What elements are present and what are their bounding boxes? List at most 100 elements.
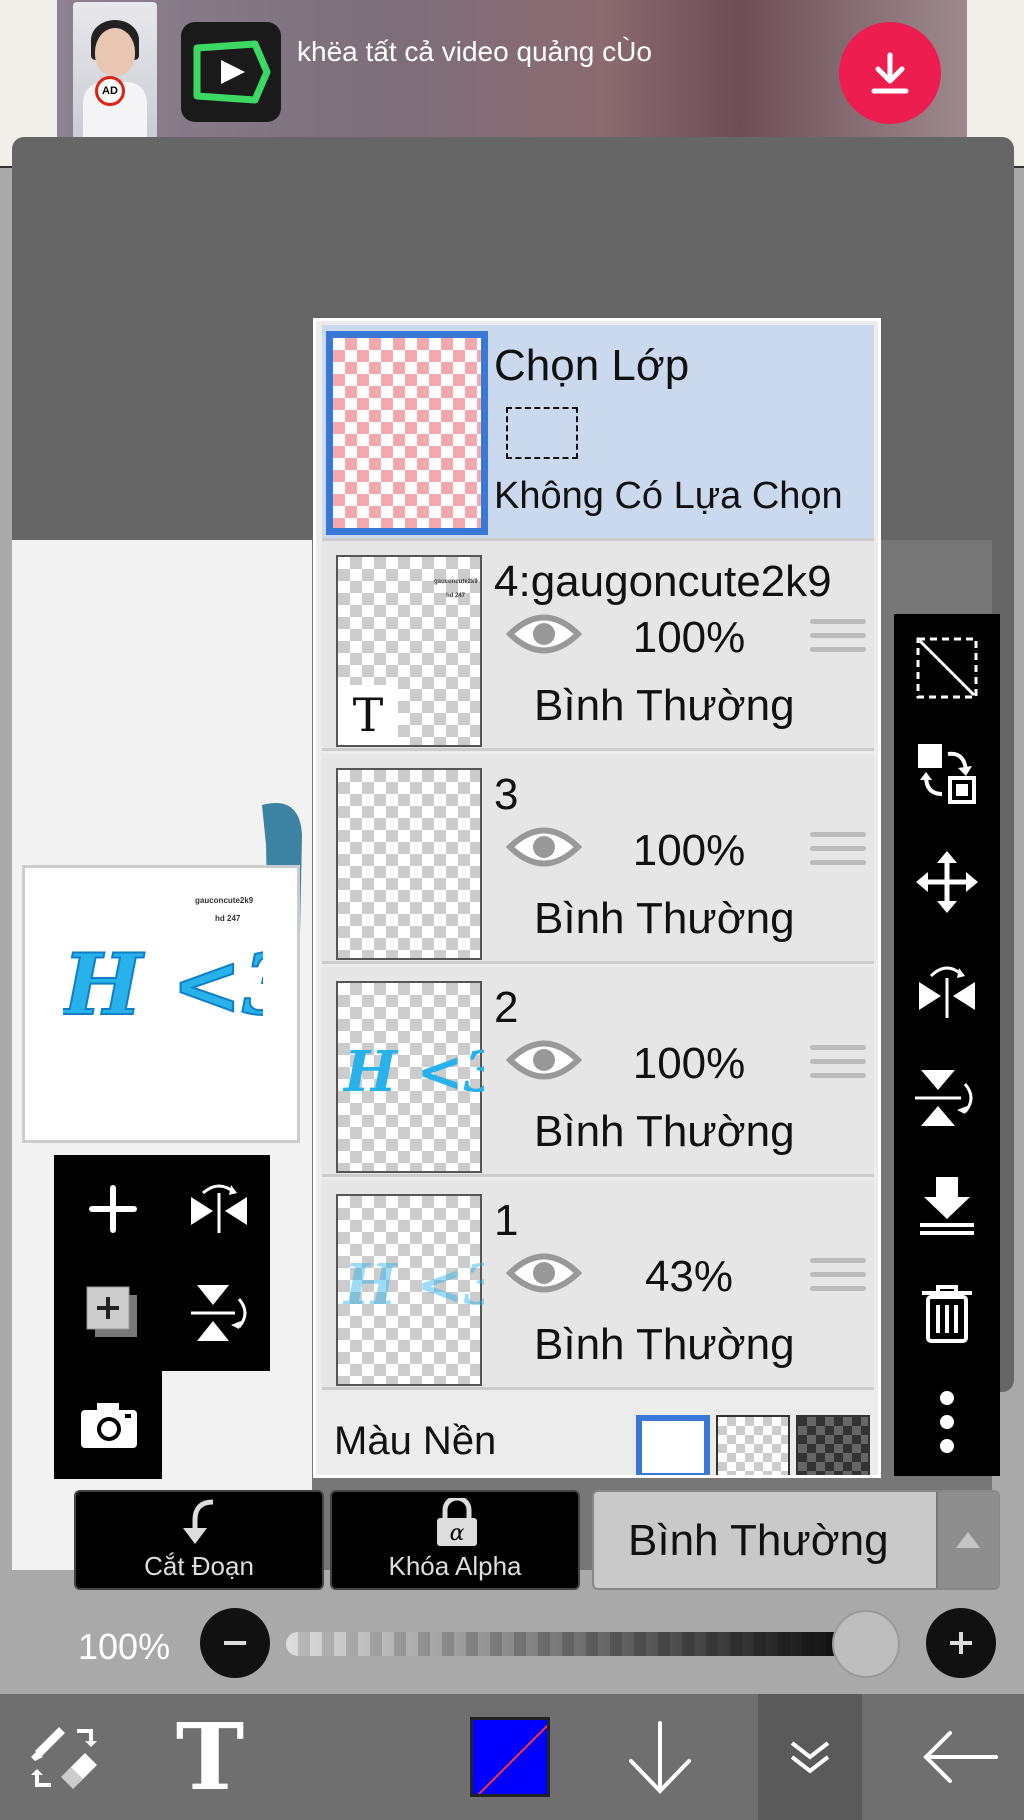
layer-row[interactable]: gauconcute2k9 hd 247 T 4:gaugoncute2k9 1…: [322, 541, 874, 751]
selection-to-layer-button[interactable]: [894, 618, 1000, 718]
swap-layer-button[interactable]: [894, 724, 1000, 824]
brush-eraser-toggle-button[interactable]: [10, 1694, 120, 1820]
selection-layer-caption: Không Có Lựa Chọn: [494, 475, 843, 517]
download-icon: [871, 52, 909, 94]
flip-horizontal-button[interactable]: [894, 940, 1000, 1040]
opacity-row: 100%: [0, 1598, 1024, 1694]
color-picker-button[interactable]: [460, 1694, 560, 1820]
drag-handle-icon[interactable]: [810, 619, 866, 661]
visibility-eye-icon[interactable]: [506, 1035, 582, 1085]
layer-name: 3: [494, 770, 519, 819]
layer-action-toolbar: [894, 614, 1000, 1476]
layer-thumbnail: H <3: [336, 1194, 484, 1386]
background-transparent-swatch[interactable]: [716, 1415, 790, 1475]
selection-diagonal-icon: [916, 637, 978, 699]
preview-art: H <3: [63, 934, 263, 1035]
camera-import-button[interactable]: [64, 1375, 154, 1475]
move-icon: [916, 851, 978, 913]
more-vertical-icon: [940, 1391, 954, 1453]
triangle-up-icon: [956, 1532, 980, 1548]
duplicate-layer-icon: [86, 1286, 137, 1337]
opacity-slider-track[interactable]: [286, 1632, 886, 1656]
text-tool-button[interactable]: T: [160, 1694, 260, 1820]
layer-row[interactable]: 3 100% Bình Thường: [322, 754, 874, 964]
arrow-down-icon: [629, 1721, 691, 1794]
ad-video-thumbnail[interactable]: AD: [73, 2, 157, 140]
ad-download-button[interactable]: [839, 22, 941, 124]
visibility-eye-icon[interactable]: [506, 609, 582, 659]
background-white-swatch[interactable]: [636, 1415, 710, 1475]
blend-mode-select[interactable]: Bình Thường: [592, 1490, 1000, 1590]
blend-mode-dropdown-arrow[interactable]: [936, 1492, 998, 1588]
layer-panel: Chọn Lớp Không Có Lựa Chọn gauconcute2k9…: [313, 318, 881, 1478]
layer-down-button[interactable]: [610, 1694, 710, 1820]
opacity-decrease-button[interactable]: [200, 1608, 270, 1678]
selection-layer-title: Chọn Lớp: [494, 341, 690, 390]
text-tool-icon: T: [175, 1703, 245, 1811]
visibility-eye-icon[interactable]: [506, 822, 582, 872]
text-layer-icon: T: [338, 685, 398, 745]
flip-vertical-button[interactable]: [894, 1048, 1000, 1148]
flip-horizontal-layer-button[interactable]: [174, 1159, 264, 1259]
opacity-label: 100%: [78, 1626, 171, 1667]
merge-down-icon: [920, 1177, 974, 1235]
layer-blend-mode: Bình Thường: [534, 1107, 795, 1156]
background-color-label: Màu Nền: [334, 1419, 497, 1463]
svg-text:H <3: H <3: [63, 935, 263, 1034]
background-color-row: Màu Nền: [322, 1401, 874, 1475]
layer-opacity: 100%: [632, 1039, 746, 1088]
svg-text:H <3: H <3: [342, 1252, 484, 1318]
move-layer-button[interactable]: [894, 832, 1000, 932]
opacity-increase-button[interactable]: [926, 1608, 996, 1678]
clipping-button[interactable]: Cắt Đoạn: [74, 1490, 324, 1590]
swap-icon: [918, 744, 976, 804]
layer-opacity: 100%: [632, 613, 746, 662]
visibility-eye-icon[interactable]: [506, 1248, 582, 1298]
more-options-button[interactable]: [894, 1372, 1000, 1472]
clipping-arrow-icon: [183, 1499, 214, 1544]
merge-down-button[interactable]: [894, 1156, 1000, 1256]
layer-name: 2: [494, 983, 519, 1032]
flip-vertical-icon: [915, 1070, 973, 1126]
clipping-label: Cắt Đoạn: [144, 1551, 254, 1581]
flip-horizontal-icon: [191, 1184, 247, 1233]
plus-icon: [950, 1632, 972, 1654]
selection-layer-thumbnail: [326, 331, 488, 535]
layer-thumbnail: gauconcute2k9 hd 247 T: [336, 555, 482, 747]
plus-icon: [89, 1185, 137, 1233]
opacity-slider-knob[interactable]: [832, 1610, 900, 1678]
blend-mode-value: Bình Thường: [628, 1516, 889, 1565]
selection-layer-row[interactable]: Chọn Lớp Không Có Lựa Chọn: [322, 325, 874, 541]
brush-eraser-icon: [31, 1727, 97, 1789]
ad-app-icon[interactable]: [181, 22, 281, 122]
layer-opacity: 43%: [644, 1252, 734, 1301]
layers-panel-button[interactable]: [758, 1694, 862, 1820]
layer-row[interactable]: H <3 2 100% Bình Thường: [322, 967, 874, 1177]
ad-banner[interactable]: AD khëa tất cả video quảng cÙo: [57, 0, 967, 142]
camera-icon: [81, 1403, 137, 1448]
layer-name: 1: [494, 1196, 519, 1245]
flip-vertical-layer-button[interactable]: [174, 1263, 264, 1363]
ad-headline: khëa tất cả video quảng cÙo: [297, 36, 652, 67]
alpha-lock-button[interactable]: α Khóa Alpha: [330, 1490, 580, 1590]
canvas-preview-thumbnail: gauconcute2k9 hd 247 H <3: [22, 865, 300, 1143]
trash-icon: [922, 1285, 972, 1343]
layer-name: 4:gaugoncute2k9: [494, 557, 832, 606]
layer-opacity: 100%: [632, 826, 746, 875]
add-layer-button[interactable]: [68, 1159, 158, 1259]
background-dark-swatch[interactable]: [796, 1415, 870, 1475]
drag-handle-icon[interactable]: [810, 1045, 866, 1087]
double-chevron-down-icon: [790, 1741, 830, 1774]
bottom-toolbar: T: [0, 1694, 1024, 1820]
add-copy-layer-button[interactable]: [68, 1263, 158, 1363]
layer-thumbnail: [336, 768, 482, 960]
drag-handle-icon[interactable]: [810, 1258, 866, 1300]
primary-color-swatch: [470, 1717, 550, 1797]
drag-handle-icon[interactable]: [810, 832, 866, 874]
minus-icon: [224, 1641, 246, 1645]
svg-text:H <3: H <3: [342, 1039, 484, 1105]
back-button[interactable]: [910, 1694, 1010, 1820]
svg-text:α: α: [450, 1521, 465, 1546]
layer-row[interactable]: H <3 1 43% Bình Thường: [322, 1180, 874, 1390]
delete-layer-button[interactable]: [894, 1264, 1000, 1364]
